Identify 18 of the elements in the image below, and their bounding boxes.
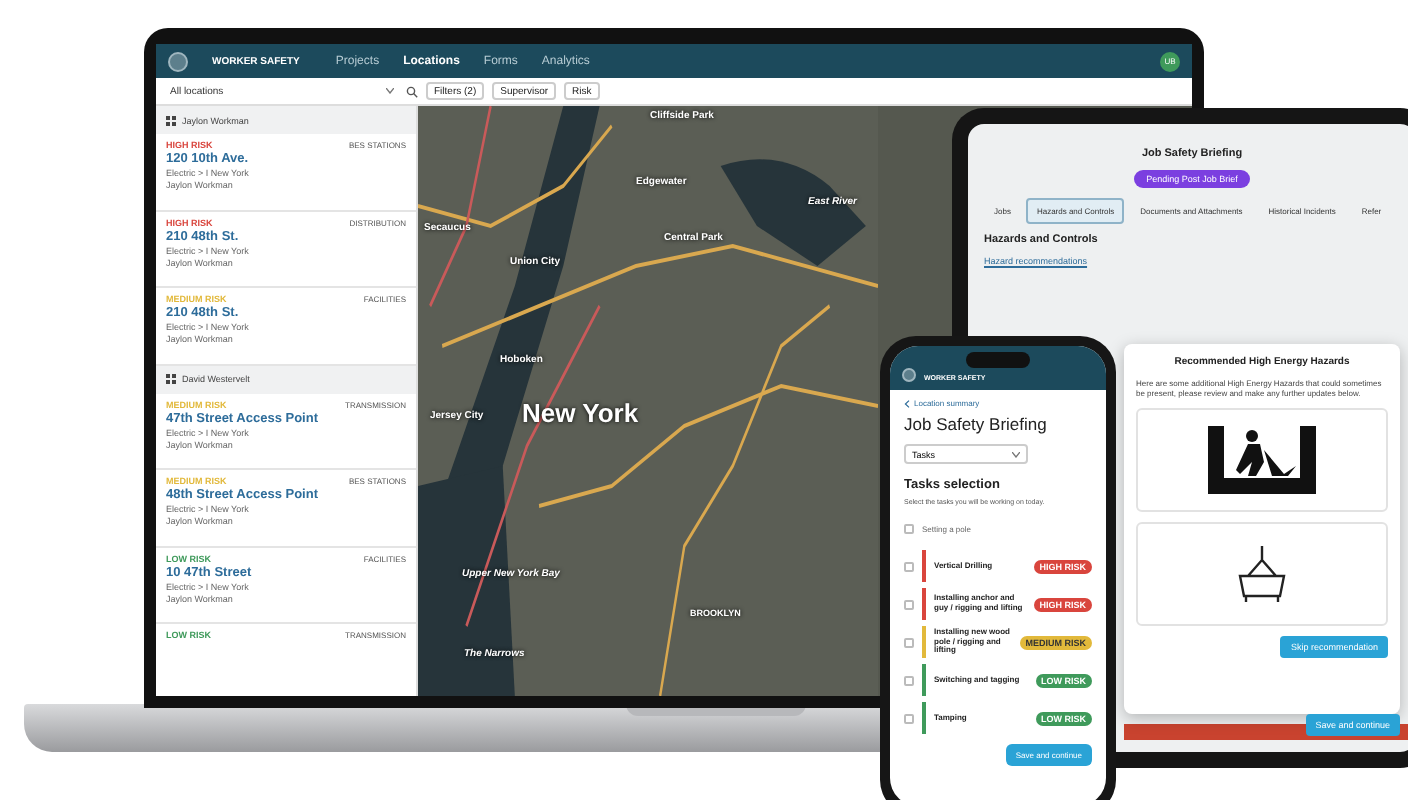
grid-icon — [166, 115, 176, 125]
checkbox[interactable] — [904, 561, 914, 571]
camera-notch — [966, 352, 1030, 368]
checkbox[interactable] — [904, 637, 914, 647]
chevron-icon — [1012, 451, 1020, 457]
checkbox[interactable] — [904, 713, 914, 723]
hazard-card[interactable] — [1136, 408, 1388, 513]
grid-icon — [166, 374, 176, 384]
logo-icon — [168, 51, 188, 71]
logo-icon — [902, 368, 916, 382]
search-icon[interactable] — [406, 85, 418, 97]
chevron-icon — [386, 88, 394, 94]
back-chevron-icon[interactable] — [904, 399, 910, 407]
checkbox[interactable] — [904, 599, 914, 609]
excavation-worker-icon — [1204, 422, 1320, 499]
page-title: Job Safety Briefing — [904, 414, 1049, 434]
checkbox[interactable] — [904, 523, 914, 533]
checkbox[interactable] — [904, 675, 914, 685]
